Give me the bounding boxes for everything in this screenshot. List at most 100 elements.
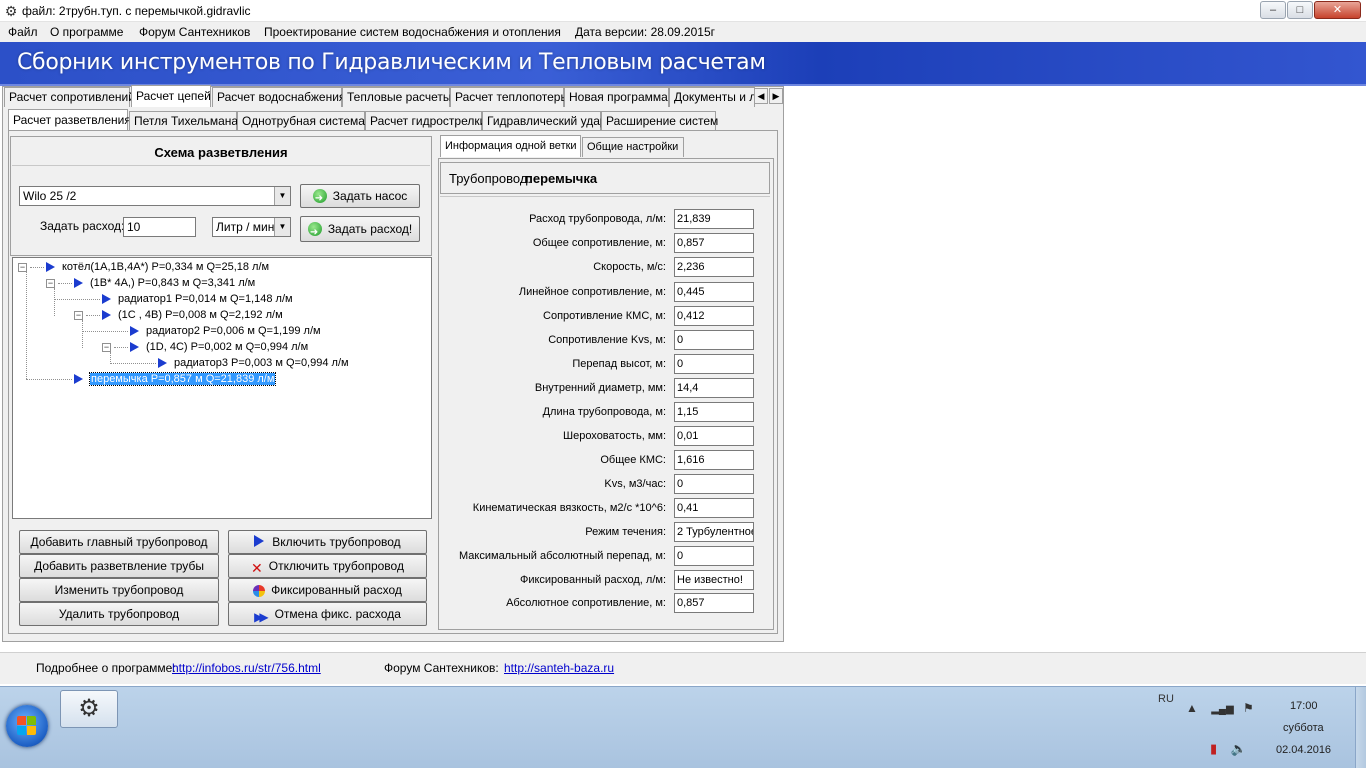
tab-branching[interactable]: Расчет разветвления (8, 109, 131, 131)
signal-icon[interactable]: ▂▄▆ (1211, 704, 1233, 715)
tree-item-branch-1d[interactable]: (1D, 4C) P=0,002 м Q=0,994 л/м (146, 340, 308, 355)
tree-item-radiator1[interactable]: радиатор1 P=0,014 м Q=1,148 л/м (118, 292, 293, 307)
tab-new-program[interactable]: Новая программа (564, 87, 669, 107)
flow-mode-field[interactable]: 2 Турбулентное (674, 522, 754, 542)
set-pump-label: Задать насос (332, 189, 408, 203)
pipe-length-field[interactable]: 1,15 (674, 402, 754, 422)
pump-select-value: Wilo 25 /2 (23, 189, 77, 203)
disable-pipe-label: Отключить трубопровод (268, 559, 404, 573)
tree-item-branch-1b[interactable]: (1B* 4A,) P=0,843 м Q=3,341 л/м (90, 276, 255, 291)
menu-version[interactable]: Дата версии: 28.09.2015г (575, 25, 715, 39)
field-label: Общее сопротивление, м: (532, 237, 666, 249)
tree-item-radiator2[interactable]: радиатор2 P=0,006 м Q=1,199 л/м (146, 324, 321, 339)
collapse-icon[interactable]: − (18, 263, 27, 272)
flow-input[interactable]: 10 (123, 217, 196, 237)
enable-pipe-button[interactable]: Включить трубопровод (228, 530, 427, 554)
set-pump-button[interactable]: Задать насос (300, 184, 420, 210)
tree-item-label: радиатор3 P=0,003 м Q=0,994 л/м (174, 357, 349, 369)
close-button[interactable]: ✕ (1314, 1, 1361, 19)
flag-icon[interactable]: ⚑ (1243, 701, 1254, 715)
collapse-icon[interactable]: − (74, 311, 83, 320)
tab-water-supply[interactable]: Расчет водоснабжения (212, 87, 345, 107)
max-abs-diff-field[interactable]: 0 (674, 546, 754, 566)
tab-hydro-arrow[interactable]: Расчет гидрострелки (365, 111, 486, 131)
chevron-down-icon[interactable]: ▼ (274, 187, 290, 205)
maximize-button[interactable]: □ (1287, 1, 1313, 19)
abs-resistance-field[interactable]: 0,857 (674, 593, 754, 613)
tab-circuits[interactable]: Расчет цепей (131, 85, 211, 107)
cancel-fixed-flow-button[interactable]: ▶▶ Отмена фикс. расхода (228, 602, 427, 626)
unit-select[interactable]: Литр / мин ▼ (212, 217, 291, 237)
menu-design[interactable]: Проектирование систем водоснабжения и от… (264, 25, 561, 39)
tree-connector (54, 299, 100, 300)
tab-general-settings[interactable]: Общие настройки (582, 137, 684, 157)
roughness-field[interactable]: 0,01 (674, 426, 754, 446)
collapse-icon[interactable]: − (46, 279, 55, 288)
tab-water-hammer[interactable]: Гидравлический удар (482, 111, 607, 131)
add-branch-button[interactable]: Добавить разветвление трубы (19, 554, 219, 578)
tab-thermal[interactable]: Тепловые расчеты (342, 87, 452, 107)
pump-select[interactable]: Wilo 25 /2 ▼ (19, 186, 291, 206)
tree-item-boiler[interactable]: котёл(1A,1B,4A*) P=0,334 м Q=25,18 л/м (62, 260, 269, 275)
minimize-button[interactable]: – (1260, 1, 1286, 19)
tab-documents[interactable]: Документы и л (669, 87, 755, 107)
forum-label: Форум Сантехников: (384, 661, 499, 675)
language-indicator[interactable]: RU (1158, 693, 1174, 705)
tab-scroll-left-icon[interactable]: ◀ (754, 88, 768, 104)
taskbar-app-button[interactable]: ⚙ (60, 690, 118, 728)
fixed-flow-field[interactable]: Не известно! (674, 570, 754, 590)
tree-item-radiator3[interactable]: радиатор3 P=0,003 м Q=0,994 л/м (174, 356, 349, 371)
field-label: Внутренний диаметр, мм: (534, 382, 666, 394)
fixed-flow-button[interactable]: Фиксированный расход (228, 578, 427, 602)
total-resistance-field[interactable]: 0,857 (674, 233, 754, 253)
start-button[interactable] (6, 705, 48, 747)
menu-file[interactable]: Файл (8, 25, 38, 39)
tab-heat-loss[interactable]: Расчет теплопотерь (450, 87, 567, 107)
tab-scroll-right-icon[interactable]: ▶ (769, 88, 783, 104)
chevron-down-icon[interactable]: ▼ (274, 218, 290, 236)
tree-connector (86, 315, 100, 316)
total-kms-field[interactable]: 1,616 (674, 450, 754, 470)
edit-pipe-button[interactable]: Изменить трубопровод (19, 578, 219, 602)
tab-single-pipe[interactable]: Однотрубная система (237, 111, 365, 131)
disable-pipe-button[interactable]: ✕ Отключить трубопровод (228, 554, 427, 578)
tab-branch-info[interactable]: Информация одной ветки (440, 135, 581, 157)
tray-expand-icon[interactable]: ▲ (1186, 701, 1198, 715)
inner-diameter-field[interactable]: 14,4 (674, 378, 754, 398)
kms-resistance-field[interactable]: 0,412 (674, 306, 754, 326)
gear-icon: ⚙ (78, 695, 100, 722)
velocity-field[interactable]: 2,236 (674, 257, 754, 277)
kvs-field[interactable]: 0 (674, 474, 754, 494)
field-label: Общее КМС: (600, 454, 666, 466)
set-flow-button[interactable]: Задать расход! (300, 216, 420, 245)
clock-time[interactable]: 17:00 (1290, 700, 1318, 712)
pipe-name: перемычка (525, 171, 598, 186)
tab-resistance[interactable]: Расчет сопротивлений (4, 87, 135, 107)
linear-resistance-field[interactable]: 0,445 (674, 282, 754, 302)
menu-forum[interactable]: Форум Сантехников (139, 25, 250, 39)
height-diff-field[interactable]: 0 (674, 354, 754, 374)
tree-item-bypass[interactable]: перемычка P=0,857 м Q=21,839 л/м (88, 372, 277, 387)
viscosity-field[interactable]: 0,41 (674, 498, 754, 518)
clock-date[interactable]: 02.04.2016 (1276, 744, 1331, 756)
tab-tichelmann[interactable]: Петля Тихельмана (129, 111, 238, 131)
delete-pipe-button[interactable]: Удалить трубопровод (19, 602, 219, 626)
battery-icon[interactable]: ▮ (1210, 741, 1217, 756)
fast-forward-icon: ▶▶ (254, 610, 269, 624)
pipe-tree[interactable]: − − − − котёл(1A,1B,4A*) P=0,334 м Q=25,… (12, 257, 432, 519)
collapse-icon[interactable]: − (102, 343, 111, 352)
about-link[interactable]: http://infobos.ru/str/756.html (172, 661, 321, 675)
main-tabs: Расчет сопротивлений Расчет цепей Расчет… (4, 85, 784, 109)
add-main-pipe-button[interactable]: Добавить главный трубопровод (19, 530, 219, 554)
menu-about[interactable]: О программе (50, 25, 123, 39)
forum-link[interactable]: http://santeh-baza.ru (504, 661, 614, 675)
volume-icon[interactable]: 🔈 (1231, 741, 1247, 756)
kvs-resistance-field[interactable]: 0 (674, 330, 754, 350)
tab-expansion[interactable]: Расширение систем (601, 111, 718, 131)
show-desktop-button[interactable] (1355, 687, 1366, 768)
clock-day[interactable]: суббота (1283, 722, 1324, 734)
tree-connector (30, 267, 44, 268)
play-icon (254, 535, 265, 547)
tree-item-branch-1c[interactable]: (1C , 4B) P=0,008 м Q=2,192 л/м (118, 308, 283, 323)
flow-rate-field[interactable]: 21,839 (674, 209, 754, 229)
